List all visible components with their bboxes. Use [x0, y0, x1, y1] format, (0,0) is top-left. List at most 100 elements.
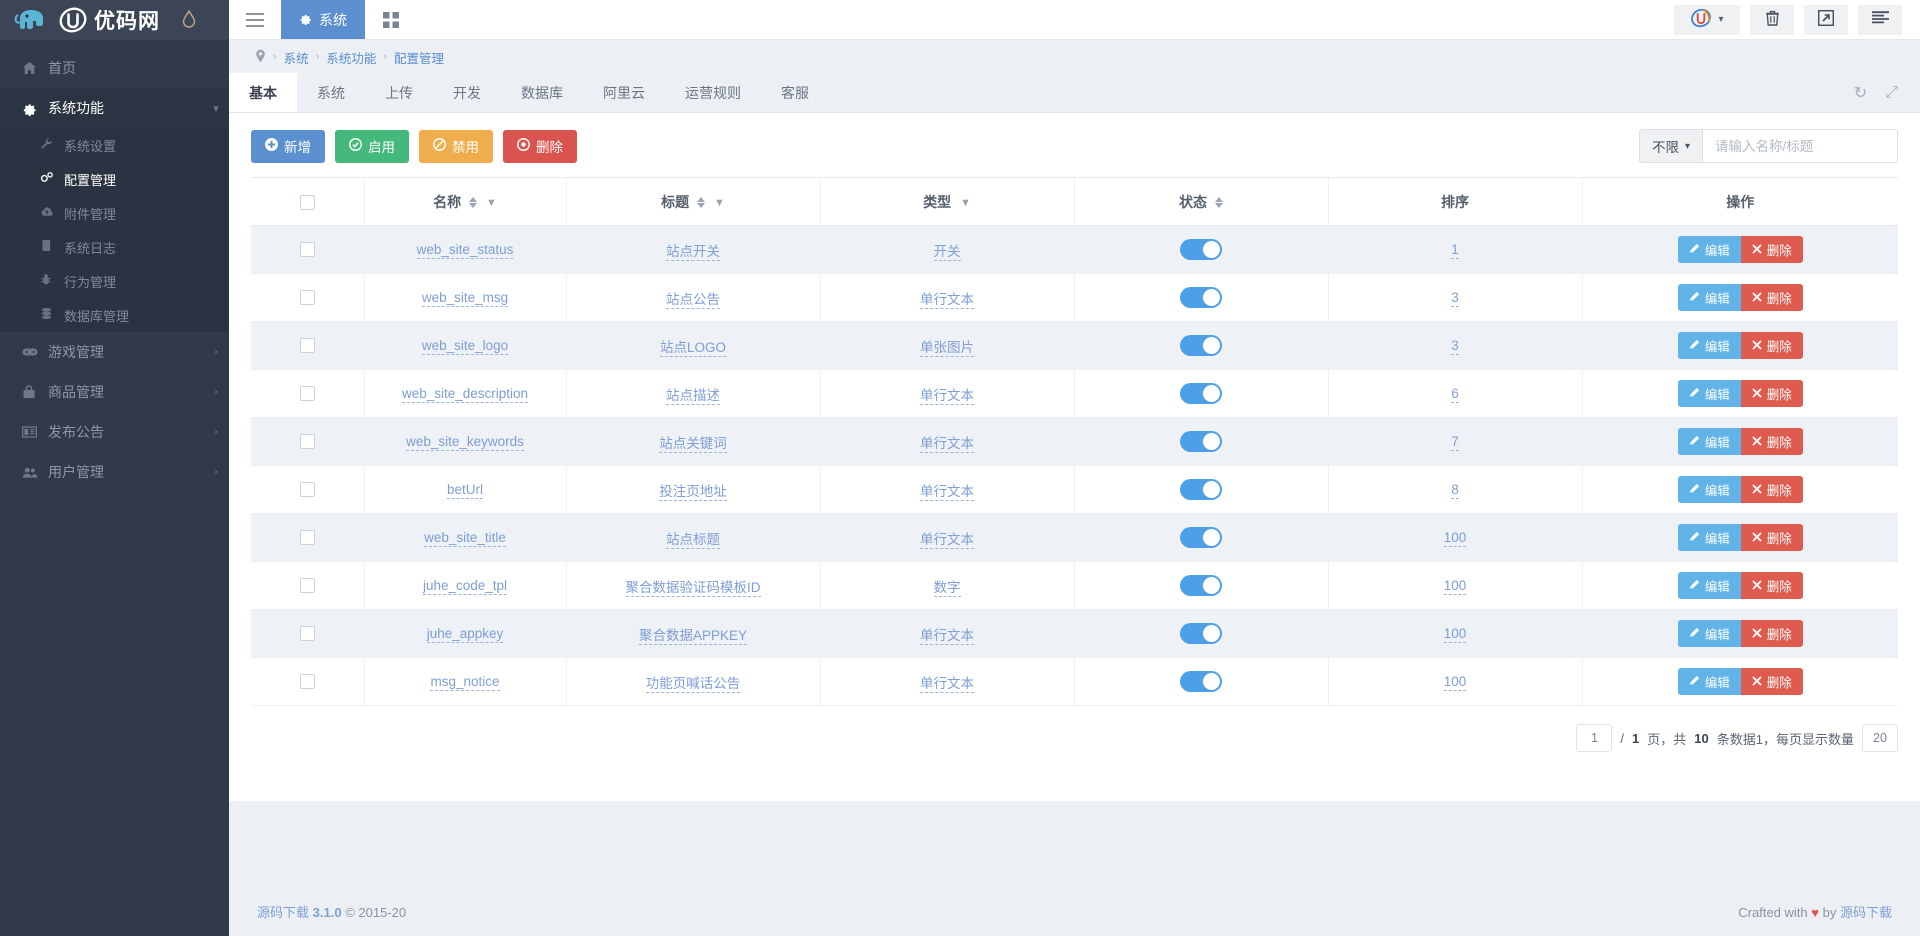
- sidebar-item-behavior-management[interactable]: 行为管理: [0, 264, 229, 298]
- tab-database[interactable]: 数据库: [501, 73, 583, 112]
- row-sort-link[interactable]: 7: [1451, 434, 1459, 451]
- refresh-icon[interactable]: ↻: [1854, 83, 1867, 103]
- select-all-checkbox[interactable]: [300, 195, 315, 210]
- disable-button[interactable]: 禁用: [419, 130, 493, 163]
- row-delete-button[interactable]: 删除: [1741, 476, 1803, 503]
- tab-upload[interactable]: 上传: [365, 73, 433, 112]
- edit-button[interactable]: 编辑: [1678, 332, 1741, 359]
- edit-button[interactable]: 编辑: [1678, 572, 1741, 599]
- delete-button[interactable]: 删除: [503, 130, 577, 163]
- row-type-link[interactable]: 单张图片: [920, 340, 974, 357]
- row-type-link[interactable]: 数字: [934, 580, 961, 597]
- edit-button[interactable]: 编辑: [1678, 668, 1741, 695]
- edit-button[interactable]: 编辑: [1678, 380, 1741, 407]
- row-delete-button[interactable]: 删除: [1741, 236, 1803, 263]
- edit-button[interactable]: 编辑: [1678, 428, 1741, 455]
- sort-icon[interactable]: [697, 197, 705, 208]
- sidebar-item-database-management[interactable]: 数据库管理: [0, 298, 229, 332]
- row-delete-button[interactable]: 删除: [1741, 524, 1803, 551]
- footer-credit-link[interactable]: 源码下载: [1840, 905, 1892, 920]
- edit-button[interactable]: 编辑: [1678, 236, 1741, 263]
- fullscreen-icon[interactable]: ⤢: [1885, 84, 1898, 102]
- status-toggle[interactable]: [1180, 623, 1222, 644]
- breadcrumb-item-0[interactable]: 系统: [284, 48, 309, 67]
- tab-operation-rules[interactable]: 运营规则: [665, 73, 761, 112]
- search-input[interactable]: [1702, 129, 1898, 163]
- row-name-link[interactable]: juhe_code_tpl: [423, 578, 507, 595]
- row-sort-link[interactable]: 1: [1451, 242, 1459, 259]
- status-toggle[interactable]: [1180, 527, 1222, 548]
- status-toggle[interactable]: [1180, 575, 1222, 596]
- search-scope-select[interactable]: 不限 ▾: [1639, 129, 1702, 163]
- row-checkbox[interactable]: [300, 434, 315, 449]
- column-title[interactable]: 标题 ▼: [566, 178, 820, 226]
- grid-icon[interactable]: [365, 0, 417, 39]
- row-title-link[interactable]: 聚合数据APPKEY: [639, 628, 747, 645]
- row-type-link[interactable]: 单行文本: [920, 628, 974, 645]
- add-button[interactable]: 新增: [251, 130, 325, 163]
- status-toggle[interactable]: [1180, 431, 1222, 452]
- tab-system[interactable]: 系统: [297, 73, 365, 112]
- row-name-link[interactable]: web_site_description: [402, 386, 528, 403]
- row-type-link[interactable]: 单行文本: [920, 676, 974, 693]
- row-name-link[interactable]: web_site_status: [417, 242, 514, 259]
- sidebar-item-user-management[interactable]: 用户管理 ›: [0, 452, 229, 492]
- filter-icon[interactable]: ▼: [486, 197, 497, 209]
- row-title-link[interactable]: 站点LOGO: [660, 340, 726, 357]
- row-checkbox[interactable]: [300, 242, 315, 257]
- row-checkbox[interactable]: [300, 482, 315, 497]
- row-title-link[interactable]: 站点公告: [666, 292, 720, 309]
- water-drop-icon[interactable]: [182, 10, 196, 31]
- row-checkbox[interactable]: [300, 674, 315, 689]
- row-delete-button[interactable]: 删除: [1741, 380, 1803, 407]
- row-delete-button[interactable]: 删除: [1741, 620, 1803, 647]
- tab-aliyun[interactable]: 阿里云: [583, 73, 665, 112]
- row-checkbox[interactable]: [300, 386, 315, 401]
- row-type-link[interactable]: 单行文本: [920, 484, 974, 501]
- row-name-link[interactable]: web_site_keywords: [406, 434, 524, 451]
- edit-button[interactable]: 编辑: [1678, 476, 1741, 503]
- row-checkbox[interactable]: [300, 626, 315, 641]
- sidebar-item-publish-announcement[interactable]: 发布公告 ›: [0, 412, 229, 452]
- row-delete-button[interactable]: 删除: [1741, 428, 1803, 455]
- row-title-link[interactable]: 站点关键词: [659, 436, 727, 453]
- row-name-link[interactable]: juhe_appkey: [427, 626, 504, 643]
- row-delete-button[interactable]: 删除: [1741, 332, 1803, 359]
- row-title-link[interactable]: 站点描述: [666, 388, 720, 405]
- row-type-link[interactable]: 单行文本: [920, 436, 974, 453]
- row-sort-link[interactable]: 100: [1444, 530, 1467, 547]
- row-sort-link[interactable]: 100: [1444, 674, 1467, 691]
- tab-customer-service[interactable]: 客服: [761, 73, 829, 112]
- filter-icon[interactable]: ▼: [960, 197, 971, 209]
- topbar-tab-system[interactable]: 系统: [281, 0, 365, 39]
- row-name-link[interactable]: web_site_logo: [422, 338, 508, 355]
- sort-icon[interactable]: [469, 197, 477, 208]
- row-sort-link[interactable]: 8: [1451, 482, 1459, 499]
- column-name[interactable]: 名称 ▼: [364, 178, 566, 226]
- footer-link[interactable]: 源码下载: [257, 905, 309, 920]
- enable-button[interactable]: 启用: [335, 130, 409, 163]
- row-checkbox[interactable]: [300, 338, 315, 353]
- edit-button[interactable]: 编辑: [1678, 620, 1741, 647]
- row-title-link[interactable]: 站点开关: [666, 244, 720, 261]
- status-toggle[interactable]: [1180, 287, 1222, 308]
- sidebar-item-attachment-management[interactable]: 附件管理: [0, 196, 229, 230]
- sort-icon[interactable]: [1215, 197, 1223, 208]
- current-page-input[interactable]: 1: [1576, 724, 1612, 752]
- row-name-link[interactable]: msg_notice: [430, 674, 499, 691]
- row-title-link[interactable]: 聚合数据验证码模板ID: [626, 580, 761, 597]
- tab-development[interactable]: 开发: [433, 73, 501, 112]
- row-delete-button[interactable]: 删除: [1741, 668, 1803, 695]
- row-name-link[interactable]: betUrl: [447, 482, 483, 499]
- row-title-link[interactable]: 功能页喊话公告: [646, 676, 741, 693]
- row-title-link[interactable]: 站点标题: [666, 532, 720, 549]
- row-type-link[interactable]: 开关: [934, 244, 961, 261]
- row-sort-link[interactable]: 100: [1444, 626, 1467, 643]
- sidebar-item-config-management[interactable]: 配置管理: [0, 162, 229, 196]
- tab-basic[interactable]: 基本: [229, 73, 297, 112]
- row-sort-link[interactable]: 100: [1444, 578, 1467, 595]
- status-toggle[interactable]: [1180, 479, 1222, 500]
- status-toggle[interactable]: [1180, 239, 1222, 260]
- status-toggle[interactable]: [1180, 671, 1222, 692]
- row-checkbox[interactable]: [300, 578, 315, 593]
